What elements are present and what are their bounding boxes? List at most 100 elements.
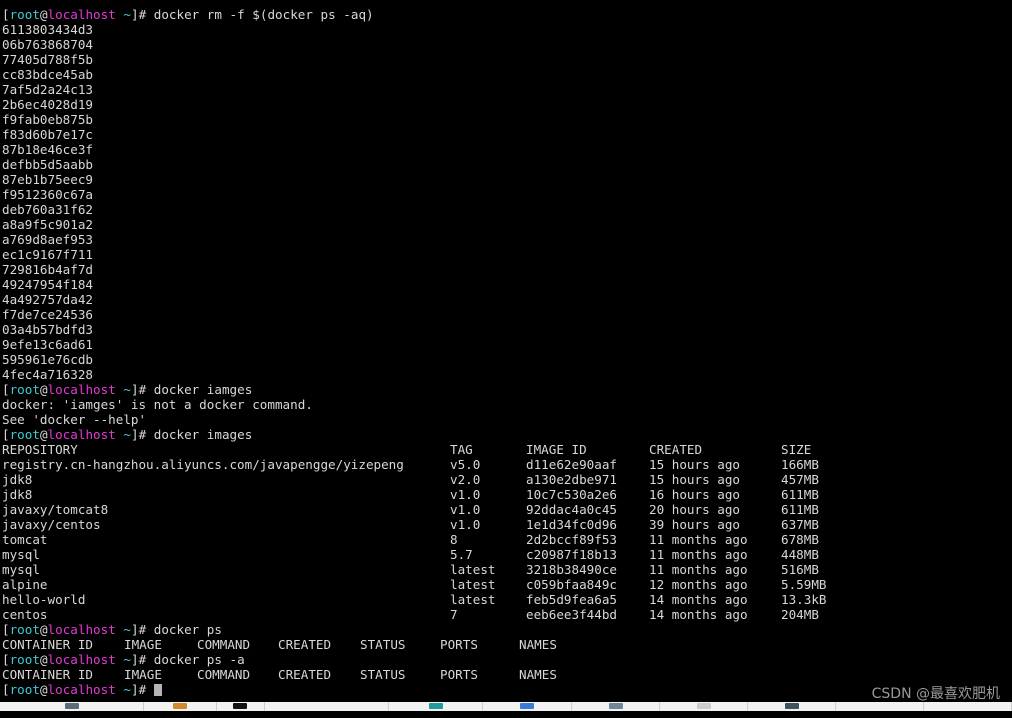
taskbar-item-file-manager[interactable] <box>0 702 144 711</box>
taskbar[interactable] <box>0 702 1012 711</box>
prompt-user: root <box>10 7 40 22</box>
image-tag: v2.0 <box>450 472 480 487</box>
removed-container-id-6: f9fab0eb875b <box>0 112 1012 127</box>
terminal-orange-icon <box>173 703 187 709</box>
taskbar-item-window-light[interactable] <box>660 702 748 711</box>
image-repository: alpine <box>2 577 48 592</box>
ps-header-ports: PORTS <box>440 637 478 652</box>
image-id: d11e62e90aaf <box>526 457 617 472</box>
taskbar-item-window-dark[interactable] <box>748 702 836 711</box>
image-tag: v1.0 <box>450 517 480 532</box>
prompt-host: localhost <box>48 7 116 22</box>
prompt-bracket-open: [ <box>2 652 10 667</box>
image-size: 611MB <box>781 487 819 502</box>
prompt-bracket-close: ] <box>131 682 139 697</box>
window-empty-b-icon <box>960 703 974 709</box>
image-tag: 5.7 <box>450 547 473 562</box>
image-repository: tomcat <box>2 532 48 547</box>
ps-header-created: CREATED <box>278 667 331 682</box>
removed-container-id-4: 7af5d2a24c13 <box>0 82 1012 97</box>
taskbar-item-window-plain[interactable] <box>265 702 389 711</box>
image-id: 2d2bccf89f53 <box>526 532 617 547</box>
prompt-user: root <box>10 622 40 637</box>
image-size: 457MB <box>781 472 819 487</box>
image-size: 166MB <box>781 457 819 472</box>
prompt-hash: # <box>139 382 154 397</box>
prompt-bracket-close: ] <box>131 427 139 442</box>
prompt-path: ~ <box>123 682 131 697</box>
ps-header-created: CREATED <box>278 637 331 652</box>
image-size: 637MB <box>781 517 819 532</box>
removed-container-id-5: 2b6ec4028d19 <box>0 97 1012 112</box>
image-id: c059bfaa849c <box>526 577 617 592</box>
prompt-bracket-close: ] <box>131 652 139 667</box>
ps-header-status: STATUS <box>360 667 406 682</box>
image-tag: 8 <box>450 532 458 547</box>
taskbar-item-window-slate[interactable] <box>572 702 660 711</box>
prompt-path: ~ <box>123 622 131 637</box>
ps-header-container-id: CONTAINER ID <box>2 667 93 682</box>
image-repository: javaxy/centos <box>2 517 101 532</box>
image-created: 16 hours ago <box>649 487 740 502</box>
image-tag: v5.0 <box>450 457 480 472</box>
taskbar-item-window-empty-a[interactable] <box>836 702 924 711</box>
command-text-images-typo: docker iamges <box>154 382 253 397</box>
prompt-at: @ <box>40 427 48 442</box>
image-repository: centos <box>2 607 48 622</box>
prompt-line-ps-a: [root@localhost ~]# docker ps -a <box>0 652 1012 667</box>
removed-container-id-20: 03a4b57bdfd3 <box>0 322 1012 337</box>
image-created: 11 months ago <box>649 547 748 562</box>
image-repository: mysql <box>2 562 40 577</box>
removed-container-id-10: 87eb1b75eec9 <box>0 172 1012 187</box>
images-table-row: jdk8v1.010c7c530a2e616 hours ago611MB <box>0 487 1012 502</box>
images-table-row: mysql5.7c20987f18b1311 months ago448MB <box>0 547 1012 562</box>
ps-header-image: IMAGE <box>124 667 162 682</box>
taskbar-item-editor-teal[interactable] <box>389 702 483 711</box>
images-header-size: SIZE <box>781 442 811 457</box>
image-size: 204MB <box>781 607 819 622</box>
ps-table-header-ps-a: CONTAINER IDIMAGECOMMANDCREATEDSTATUSPOR… <box>0 667 1012 682</box>
prompt-path: ~ <box>123 7 131 22</box>
prompt-at: @ <box>40 382 48 397</box>
image-id: 92ddac4a0c45 <box>526 502 617 517</box>
ps-header-image: IMAGE <box>124 637 162 652</box>
error-line-0: docker: 'iamges' is not a docker command… <box>0 397 1012 412</box>
prompt-hash: # <box>139 427 154 442</box>
prompt-bracket-close: ] <box>131 622 139 637</box>
image-size: 5.59MB <box>781 577 827 592</box>
image-size: 516MB <box>781 562 819 577</box>
prompt-path: ~ <box>123 427 131 442</box>
taskbar-item-terminal-black[interactable] <box>217 702 265 711</box>
removed-container-id-14: a769d8aef953 <box>0 232 1012 247</box>
image-created: 11 months ago <box>649 562 748 577</box>
prompt-user: root <box>10 382 40 397</box>
removed-container-id-19: f7de7ce24536 <box>0 307 1012 322</box>
images-header-repository: REPOSITORY <box>2 442 78 457</box>
removed-container-id-13: a8a9f5c901a2 <box>0 217 1012 232</box>
prompt-bracket-open: [ <box>2 7 10 22</box>
prompt-line-idle: [root@localhost ~]# <box>0 682 1012 697</box>
editor-teal-icon <box>429 703 443 709</box>
image-repository: jdk8 <box>2 472 32 487</box>
images-header-tag: TAG <box>450 442 473 457</box>
image-repository: mysql <box>2 547 40 562</box>
images-header-created: CREATED <box>649 442 702 457</box>
removed-container-id-7: f83d60b7e17c <box>0 127 1012 142</box>
prompt-user: root <box>10 652 40 667</box>
taskbar-item-browser-blue[interactable] <box>483 702 572 711</box>
prompt-hash: # <box>139 622 154 637</box>
image-created: 15 hours ago <box>649 472 740 487</box>
taskbar-item-terminal-orange[interactable] <box>144 702 217 711</box>
image-created: 39 hours ago <box>649 517 740 532</box>
prompt-bracket-close: ] <box>131 382 139 397</box>
removed-container-id-21: 9efe13c6ad61 <box>0 337 1012 352</box>
window-slate-icon <box>609 703 623 709</box>
terminal-window[interactable]: [root@localhost ~]# docker rm -f $(docke… <box>0 7 1012 709</box>
removed-container-id-11: f9512360c67a <box>0 187 1012 202</box>
image-tag: latest <box>450 562 496 577</box>
taskbar-item-window-empty-b[interactable] <box>924 702 1012 711</box>
prompt-hash: # <box>139 652 154 667</box>
prompt-user: root <box>10 682 40 697</box>
removed-container-id-23: 4fec4a716328 <box>0 367 1012 382</box>
prompt-line-ps: [root@localhost ~]# docker ps <box>0 622 1012 637</box>
